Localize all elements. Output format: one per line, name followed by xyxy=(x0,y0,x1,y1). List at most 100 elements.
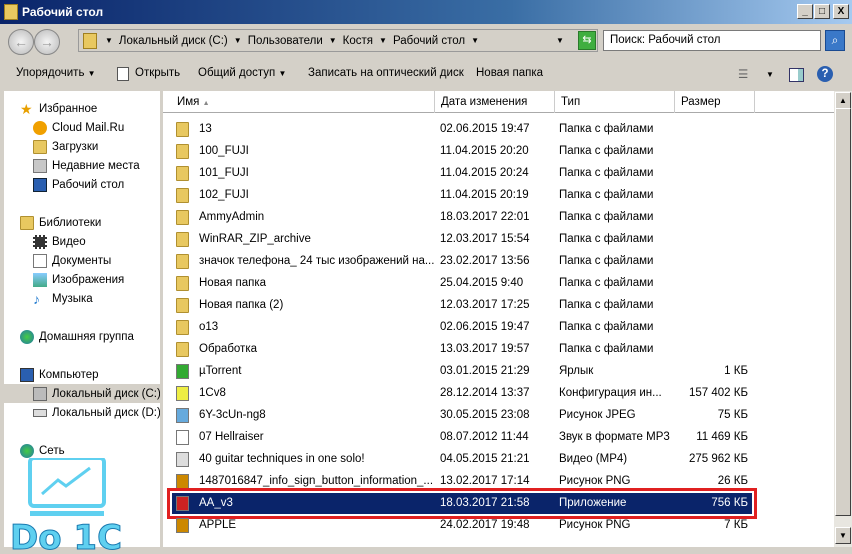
file-row[interactable]: Новая папка 25.04.2015 9:40 Папка с файлам… xyxy=(172,273,752,294)
chevron-icon[interactable]: ▼ xyxy=(329,36,337,45)
file-row[interactable]: 1487016847_info_sign_button_information_… xyxy=(172,471,752,492)
search-input[interactable]: Поиск: Рабочий стол xyxy=(603,30,821,51)
logo-stand xyxy=(30,511,104,516)
file-row[interactable]: Новая папка (2) 12.03.2017 17:25 Папка с ф… xyxy=(172,295,752,316)
column-size[interactable]: Размер xyxy=(675,91,755,113)
chevron-icon[interactable]: ▼ xyxy=(471,36,479,45)
chevron-icon[interactable]: ▼ xyxy=(105,36,113,45)
nav-libraries[interactable]: Библиотеки xyxy=(20,213,160,232)
file-date: 13.02.2017 17:14 xyxy=(440,475,530,487)
nav-computer[interactable]: Компьютер xyxy=(20,365,160,384)
search-button[interactable]: ⌕ xyxy=(825,30,845,51)
file-row[interactable]: 40 guitar techniques in one solo! 04.05.2… xyxy=(172,449,752,470)
star-icon: ★ xyxy=(20,100,33,117)
file-row[interactable]: APPLE 24.02.2017 19:48 Рисунок PNG 7 КБ xyxy=(172,515,752,536)
file-type: Ярлык xyxy=(559,365,594,377)
burn-button[interactable]: Записать на оптический диск xyxy=(308,67,464,79)
file-row[interactable]: o13 02.06.2015 19:47 Папка с файлами xyxy=(172,317,752,338)
breadcrumb-item[interactable]: Костя xyxy=(343,35,373,47)
nav-drive-d[interactable]: Локальный диск (D:) xyxy=(33,403,160,422)
nav-label: Домашняя группа xyxy=(39,330,134,343)
file-row[interactable]: AA_v3 18.03.2017 21:58 Приложение 756 КБ xyxy=(167,488,757,519)
organize-button[interactable]: Упорядочить ▼ xyxy=(16,67,96,79)
images-icon xyxy=(33,272,47,287)
file-type: Рисунок JPEG xyxy=(559,409,636,421)
nav-label: Недавние места xyxy=(52,159,140,172)
preview-pane-button[interactable] xyxy=(789,68,804,82)
view-dropdown[interactable]: ▼ xyxy=(766,70,774,79)
column-date[interactable]: Дата изменения xyxy=(435,91,555,113)
file-row[interactable]: 6Y-3cUn-ng8 30.05.2015 23:08 Рисунок JPEG 7… xyxy=(172,405,752,426)
nav-cloud-mail[interactable]: Cloud Mail.Ru xyxy=(33,118,160,137)
open-button[interactable]: Открыть xyxy=(135,67,180,79)
new-folder-button[interactable]: Новая папка xyxy=(476,67,543,79)
file-date: 24.02.2017 19:48 xyxy=(440,519,530,531)
nav-downloads[interactable]: Загрузки xyxy=(33,137,160,156)
forward-button[interactable]: → xyxy=(34,29,60,55)
maximize-button[interactable]: □ xyxy=(814,4,830,19)
folder-icon xyxy=(176,188,189,203)
column-name[interactable]: Имя ▲ xyxy=(163,91,435,113)
scroll-thumb[interactable] xyxy=(835,108,851,516)
nav-music[interactable]: ♪ Музыка xyxy=(33,289,160,308)
file-name: AA_v3 xyxy=(199,497,233,509)
share-button[interactable]: Общий доступ ▼ xyxy=(198,67,286,79)
close-button[interactable]: X xyxy=(833,4,849,19)
scroll-down-button[interactable]: ▼ xyxy=(835,527,851,544)
nav-label: Музыка xyxy=(52,292,93,305)
breadcrumb-item[interactable]: Локальный диск (C:) xyxy=(119,35,228,47)
chevron-icon[interactable]: ▼ xyxy=(234,36,242,45)
file-type: Папка с файлами xyxy=(559,321,654,333)
file-type: Папка с файлами xyxy=(559,145,654,157)
file-row[interactable]: AmmyAdmin 18.03.2017 22:01 Папка с файлами xyxy=(172,207,752,228)
breadcrumb-item[interactable]: Рабочий стол xyxy=(393,35,465,47)
back-button[interactable]: ← xyxy=(8,29,34,55)
file-date: 23.02.2017 13:56 xyxy=(440,255,530,267)
file-name: 07 Hellraiser xyxy=(199,431,264,443)
nav-label: Изображения xyxy=(52,273,125,286)
png-icon xyxy=(176,518,189,533)
column-type[interactable]: Тип xyxy=(555,91,675,113)
refresh-button[interactable]: ⇆ xyxy=(578,31,596,50)
scroll-up-button[interactable]: ▲ xyxy=(835,92,851,109)
vertical-scrollbar[interactable]: ▲ ▼ xyxy=(834,91,852,547)
file-name: 1487016847_info_sign_button_information_… xyxy=(199,475,434,487)
file-row[interactable]: значок телефона_ 24 тыс изображений на..… xyxy=(172,251,752,272)
file-date: 04.05.2015 21:21 xyxy=(440,453,530,465)
nav-favorites[interactable]: ★ Избранное xyxy=(20,99,160,118)
nav-images[interactable]: Изображения xyxy=(33,270,160,289)
help-icon[interactable]: ? xyxy=(817,66,833,82)
minimize-button[interactable]: _ xyxy=(797,4,813,19)
file-row[interactable]: WinRAR_ZIP_archive 12.03.2017 15:54 Папка … xyxy=(172,229,752,250)
file-type: Папка с файлами xyxy=(559,255,654,267)
file-name: APPLE xyxy=(199,519,237,531)
file-type: Папка с файлами xyxy=(559,211,654,223)
file-type: Папка с файлами xyxy=(559,189,654,201)
nav-label: Локальный диск (D:) xyxy=(52,406,160,419)
file-row[interactable]: 101_FUJI 11.04.2015 20:24 Папка с файлами xyxy=(172,163,752,184)
folder-icon xyxy=(176,210,189,225)
address-bar[interactable]: ▼ Локальный диск (C:) ▼ Пользователи ▼ К… xyxy=(78,29,598,52)
file-size: 1 КБ xyxy=(724,365,748,377)
file-row[interactable]: µTorrent 03.01.2015 21:29 Ярлык 1 КБ xyxy=(172,361,752,382)
view-icon[interactable]: ☰ xyxy=(738,67,748,81)
folder-icon xyxy=(176,254,189,269)
chevron-icon[interactable]: ▼ xyxy=(379,36,387,45)
file-row[interactable]: Обработка 13.03.2017 19:57 Папка с файлами xyxy=(172,339,752,360)
file-row[interactable]: 1Cv8 28.12.2014 13:37 Конфигурация ин... 15… xyxy=(172,383,752,404)
file-row[interactable]: 07 Hellraiser 08.07.2012 11:44 Звук в форм… xyxy=(172,427,752,448)
file-row[interactable]: 102_FUJI 11.04.2015 20:19 Папка с файлами xyxy=(172,185,752,206)
file-row[interactable]: 100_FUJI 11.04.2015 20:20 Папка с файлами xyxy=(172,141,752,162)
breadcrumb-item[interactable]: Пользователи xyxy=(248,35,323,47)
nav-documents[interactable]: Документы xyxy=(33,251,160,270)
image-icon xyxy=(176,408,189,423)
nav-video[interactable]: Видео xyxy=(33,232,160,251)
address-history-dropdown[interactable]: ▼ xyxy=(556,36,564,45)
nav-desktop[interactable]: Рабочий стол xyxy=(33,175,160,194)
file-row[interactable]: 13 02.06.2015 19:47 Папка с файлами xyxy=(172,119,752,140)
file-name: 6Y-3cUn-ng8 xyxy=(199,409,266,421)
nav-homegroup[interactable]: Домашняя группа xyxy=(20,327,160,346)
nav-recent[interactable]: Недавние места xyxy=(33,156,160,175)
file-date: 18.03.2017 21:58 xyxy=(440,497,530,509)
nav-drive-c[interactable]: Локальный диск (C:) xyxy=(4,384,160,403)
